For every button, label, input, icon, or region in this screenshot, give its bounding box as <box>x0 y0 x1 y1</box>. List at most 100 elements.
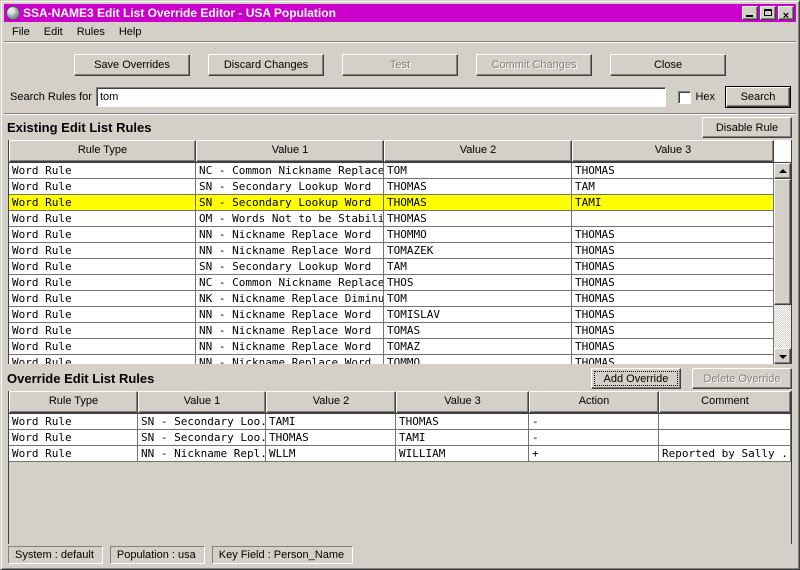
table-cell: THOMAS <box>572 227 774 242</box>
table-cell: NN - Nickname Replace Word <box>196 323 384 338</box>
column-header: Value 2 <box>266 391 396 413</box>
table-cell: THOMAS <box>396 414 529 429</box>
table-row[interactable]: Word RuleNN - Nickname Replace WordTOMMO… <box>9 355 774 364</box>
column-header: Value 3 <box>396 391 529 413</box>
table-cell: NC - Common Nickname Replace... <box>196 275 384 290</box>
table-cell: Word Rule <box>9 227 196 242</box>
save-overrides-button[interactable]: Save Overrides <box>74 54 190 76</box>
menu-help[interactable]: Help <box>112 24 149 40</box>
scroll-down-button[interactable] <box>774 348 791 364</box>
menu-edit[interactable]: Edit <box>37 24 70 40</box>
override-rules-table: Rule TypeValue 1Value 2Value 3ActionComm… <box>8 391 792 544</box>
search-button[interactable]: Search <box>725 86 791 108</box>
delete-override-button: Delete Override <box>692 368 792 389</box>
table-row[interactable]: Word RuleSN - Secondary Loo...THOMASTAMI… <box>9 430 791 446</box>
table-cell: SN - Secondary Lookup Word <box>196 179 384 194</box>
table-cell: Word Rule <box>9 243 196 258</box>
table-row[interactable]: Word RuleNN - Nickname Replace WordTOMAZ… <box>9 243 774 259</box>
table-cell: THOMAS <box>384 195 572 210</box>
override-rules-title: Override Edit List Rules <box>7 371 154 386</box>
toolbar: Save Overrides Discard Changes Test Comm… <box>4 43 796 85</box>
window-title: SSA-NAME3 Edit List Override Editor - US… <box>23 6 742 20</box>
menu-rules[interactable]: Rules <box>70 24 112 40</box>
discard-changes-button[interactable]: Discard Changes <box>208 54 324 76</box>
table-cell: WILLIAM <box>396 446 529 461</box>
column-header: Value 3 <box>572 140 774 162</box>
table-cell: NN - Nickname Repl... <box>138 446 266 461</box>
table-cell: TOMISLAV <box>384 307 572 322</box>
table-row[interactable]: Word RuleNC - Common Nickname Replace...… <box>9 163 774 179</box>
table-cell: Reported by Sally ... <box>659 446 791 461</box>
table-cell: Word Rule <box>9 195 196 210</box>
disable-rule-button[interactable]: Disable Rule <box>702 117 792 138</box>
search-bar: Search Rules for Hex Search <box>4 85 796 113</box>
table-row[interactable]: Word RuleNC - Common Nickname Replace...… <box>9 275 774 291</box>
table-cell: Word Rule <box>9 179 196 194</box>
table-cell: NN - Nickname Replace Word <box>196 227 384 242</box>
maximize-icon <box>764 9 772 16</box>
test-button: Test <box>342 54 458 76</box>
menu-file[interactable]: File <box>5 24 37 40</box>
hex-checkbox[interactable] <box>678 91 691 104</box>
table-row[interactable]: Word RuleOM - Words Not to be Stabili...… <box>9 211 774 227</box>
scrollbar-track[interactable] <box>774 305 791 348</box>
table-cell: NN - Nickname Replace Word <box>196 243 384 258</box>
table-row[interactable]: Word RuleNN - Nickname Replace WordTHOMM… <box>9 227 774 243</box>
table-row[interactable]: Word RuleSN - Secondary Loo...TAMITHOMAS… <box>9 414 791 430</box>
existing-rules-rows: Word RuleNC - Common Nickname Replace...… <box>9 162 774 364</box>
existing-rules-table: Rule TypeValue 1Value 2Value 3 Word Rule… <box>8 140 792 364</box>
table-cell: + <box>529 446 659 461</box>
table-cell: Word Rule <box>9 291 196 306</box>
table-cell: Word Rule <box>9 259 196 274</box>
title-bar: SSA-NAME3 Edit List Override Editor - US… <box>4 4 796 22</box>
table-cell: NN - Nickname Replace Word <box>196 307 384 322</box>
header-scrollbar-spacer <box>774 140 791 162</box>
table-cell: THOMAS <box>572 339 774 354</box>
table-row[interactable]: Word RuleNN - Nickname Replace WordTOMIS… <box>9 307 774 323</box>
table-cell: TOM <box>384 291 572 306</box>
table-row[interactable]: Word RuleNK - Nickname Replace Diminu...… <box>9 291 774 307</box>
commit-changes-button: Commit Changes <box>476 54 592 76</box>
table-cell: TAM <box>572 179 774 194</box>
table-cell: NN - Nickname Replace Word <box>196 355 384 364</box>
close-button[interactable]: Close <box>610 54 726 76</box>
table-cell: - <box>529 414 659 429</box>
table-cell: Word Rule <box>9 275 196 290</box>
table-cell: TAMI <box>572 195 774 210</box>
column-header: Comment <box>659 391 791 413</box>
existing-rules-header: Existing Edit List Rules Disable Rule <box>4 115 796 140</box>
table-row[interactable]: Word RuleNN - Nickname Repl...WLLMWILLIA… <box>9 446 791 462</box>
search-label: Search Rules for <box>10 91 92 103</box>
column-header: Value 1 <box>138 391 266 413</box>
minimize-button[interactable] <box>742 6 758 20</box>
window-controls: × <box>742 6 794 20</box>
table-cell: TOMAS <box>384 323 572 338</box>
table-cell: Word Rule <box>9 163 196 178</box>
table-row[interactable]: Word RuleNN - Nickname Replace WordTOMAZ… <box>9 339 774 355</box>
maximize-button[interactable] <box>760 6 776 20</box>
table-row[interactable]: Word RuleNN - Nickname Replace WordTOMAS… <box>9 323 774 339</box>
table-row[interactable]: Word RuleSN - Secondary Lookup WordTHOMA… <box>9 179 774 195</box>
table-cell: THOMAS <box>572 323 774 338</box>
table-row[interactable]: Word RuleSN - Secondary Lookup WordTHOMA… <box>9 195 774 211</box>
table-cell: Word Rule <box>9 355 196 364</box>
vertical-scrollbar <box>774 162 791 364</box>
table-cell: TOM <box>384 163 572 178</box>
scroll-up-button[interactable] <box>774 163 791 179</box>
existing-rules-column-headers: Rule TypeValue 1Value 2Value 3 <box>9 140 791 162</box>
search-input[interactable] <box>96 87 667 107</box>
scrollbar-thumb[interactable] <box>774 179 791 305</box>
column-header: Value 1 <box>196 140 384 162</box>
table-cell: THOMAS <box>572 275 774 290</box>
arrow-down-icon <box>779 355 787 359</box>
table-cell: SN - Secondary Lookup Word <box>196 259 384 274</box>
add-override-button[interactable]: Add Override <box>591 368 681 389</box>
close-window-button[interactable]: × <box>778 6 794 20</box>
table-cell: SN - Secondary Loo... <box>138 414 266 429</box>
table-cell: Word Rule <box>9 323 196 338</box>
table-row[interactable]: Word RuleSN - Secondary Lookup WordTAMTH… <box>9 259 774 275</box>
table-cell: Word Rule <box>9 339 196 354</box>
table-cell: THOMAS <box>384 211 572 226</box>
existing-rules-title: Existing Edit List Rules <box>7 120 151 135</box>
table-cell: THOMAS <box>572 243 774 258</box>
